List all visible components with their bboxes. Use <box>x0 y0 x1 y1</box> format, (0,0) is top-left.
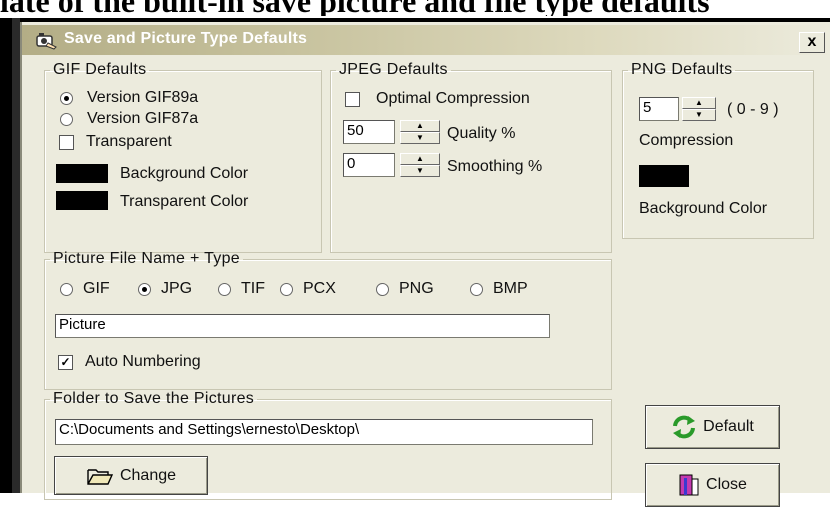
close-window-button[interactable]: x <box>799 32 825 53</box>
file-type-option-jpg[interactable]: JPG <box>138 280 192 298</box>
folder-path-input[interactable]: C:\Documents and Settings\ernesto\Deskto… <box>55 419 593 445</box>
picture-file-legend: Picture File Name + Type <box>53 250 240 267</box>
gif-background-color-swatch[interactable] <box>56 164 108 183</box>
smoothing-input[interactable]: 0 <box>343 153 395 177</box>
file-type-option-pcx[interactable]: PCX <box>280 280 336 298</box>
smoothing-spin-down-icon[interactable]: ▼ <box>400 165 440 177</box>
gif-transparent-color-swatch[interactable] <box>56 191 108 210</box>
file-type-radio-jpg[interactable] <box>138 282 151 296</box>
file-type-option-png[interactable]: PNG <box>376 280 434 298</box>
gif-defaults-legend: GIF Defaults <box>53 61 147 78</box>
refresh-icon <box>673 415 696 439</box>
default-button-label: Default <box>703 418 754 435</box>
quality-spin-up-icon[interactable]: ▲ <box>400 120 440 132</box>
gif-transparent-color-label: Transparent Color <box>120 193 249 210</box>
smoothing-spin-up-icon[interactable]: ▲ <box>400 153 440 165</box>
optimal-compression-label: Optimal Compression <box>376 90 530 107</box>
quality-spin-down-icon[interactable]: ▼ <box>400 132 440 144</box>
file-type-option-bmp[interactable]: BMP <box>470 280 528 298</box>
gif-background-color-label: Background Color <box>120 165 249 182</box>
quality-input[interactable]: 50 <box>343 120 395 144</box>
gif89a-option[interactable]: Version GIF89a <box>60 89 198 107</box>
file-type-label-pcx: PCX <box>303 280 336 297</box>
png-spin-down-icon[interactable]: ▼ <box>682 109 716 121</box>
png-background-color-swatch[interactable] <box>639 165 689 187</box>
png-compression-label: Compression <box>639 132 734 149</box>
png-compression-spinner[interactable]: ▲ ▼ <box>682 97 716 121</box>
gif-transparent-label: Transparent <box>86 133 172 150</box>
file-type-label-png: PNG <box>399 280 434 297</box>
file-type-radio-png[interactable] <box>376 282 389 296</box>
default-button[interactable]: Default <box>645 405 780 449</box>
gif87a-option[interactable]: Version GIF87a <box>60 110 198 128</box>
window-title: Save and Picture Type Defaults <box>64 30 308 47</box>
file-type-radio-tif[interactable] <box>218 282 231 296</box>
jpeg-defaults-legend: JPEG Defaults <box>339 61 448 78</box>
optimal-compression-option[interactable]: Optimal Compression <box>345 90 530 108</box>
file-type-label-jpg: JPG <box>161 280 193 297</box>
png-compression-input[interactable]: 5 <box>639 97 679 121</box>
smoothing-label: Smoothing % <box>447 158 543 175</box>
quality-label: Quality % <box>447 125 516 142</box>
close-button[interactable]: Close <box>645 463 780 507</box>
exit-door-icon <box>679 474 699 496</box>
file-type-radio-gif[interactable] <box>60 282 73 296</box>
optimal-compression-checkbox[interactable] <box>345 91 360 107</box>
file-type-label-tif: TIF <box>241 280 265 297</box>
folder-legend: Folder to Save the Pictures <box>53 390 255 407</box>
file-type-option-tif[interactable]: TIF <box>218 280 265 298</box>
dialog-window: Save and Picture Type Defaults x GIF Def… <box>20 22 830 507</box>
file-type-option-gif[interactable]: GIF <box>60 280 110 298</box>
title-bar[interactable]: Save and Picture Type Defaults x <box>22 25 830 55</box>
gif-transparent-option[interactable]: Transparent <box>59 133 172 151</box>
png-range-label: ( 0 - 9 ) <box>727 101 779 118</box>
file-type-radio-pcx[interactable] <box>280 282 293 296</box>
change-folder-button[interactable]: Change <box>54 456 208 495</box>
auto-numbering-option[interactable]: ✓ Auto Numbering <box>58 353 201 371</box>
png-defaults-legend: PNG Defaults <box>631 61 733 78</box>
file-type-label-bmp: BMP <box>493 280 528 297</box>
background-document-text: late of the built-in save picture and fi… <box>0 0 830 16</box>
auto-numbering-checkbox[interactable]: ✓ <box>58 354 73 370</box>
auto-numbering-label: Auto Numbering <box>85 353 201 370</box>
gif87a-label: Version GIF87a <box>87 110 199 127</box>
file-type-radio-bmp[interactable] <box>470 282 483 296</box>
gif89a-label: Version GIF89a <box>87 89 199 106</box>
left-border-strip <box>12 18 20 493</box>
gif-transparent-checkbox[interactable] <box>59 134 74 150</box>
file-type-label-gif: GIF <box>83 280 110 297</box>
camera-hand-icon <box>36 33 57 50</box>
picture-name-input[interactable]: Picture <box>55 314 550 338</box>
change-button-label: Change <box>119 466 177 484</box>
smoothing-spinner[interactable]: ▲ ▼ <box>400 153 440 177</box>
png-spin-up-icon[interactable]: ▲ <box>682 97 716 109</box>
quality-spinner[interactable]: ▲ ▼ <box>400 120 440 144</box>
gif89a-radio[interactable] <box>60 91 73 105</box>
png-background-color-label: Background Color <box>639 200 768 217</box>
dialog-content: GIF Defaults Version GIF89a Version GIF8… <box>22 55 830 507</box>
gif87a-radio[interactable] <box>60 112 73 126</box>
open-folder-icon <box>87 468 114 485</box>
close-button-label: Close <box>706 476 747 493</box>
